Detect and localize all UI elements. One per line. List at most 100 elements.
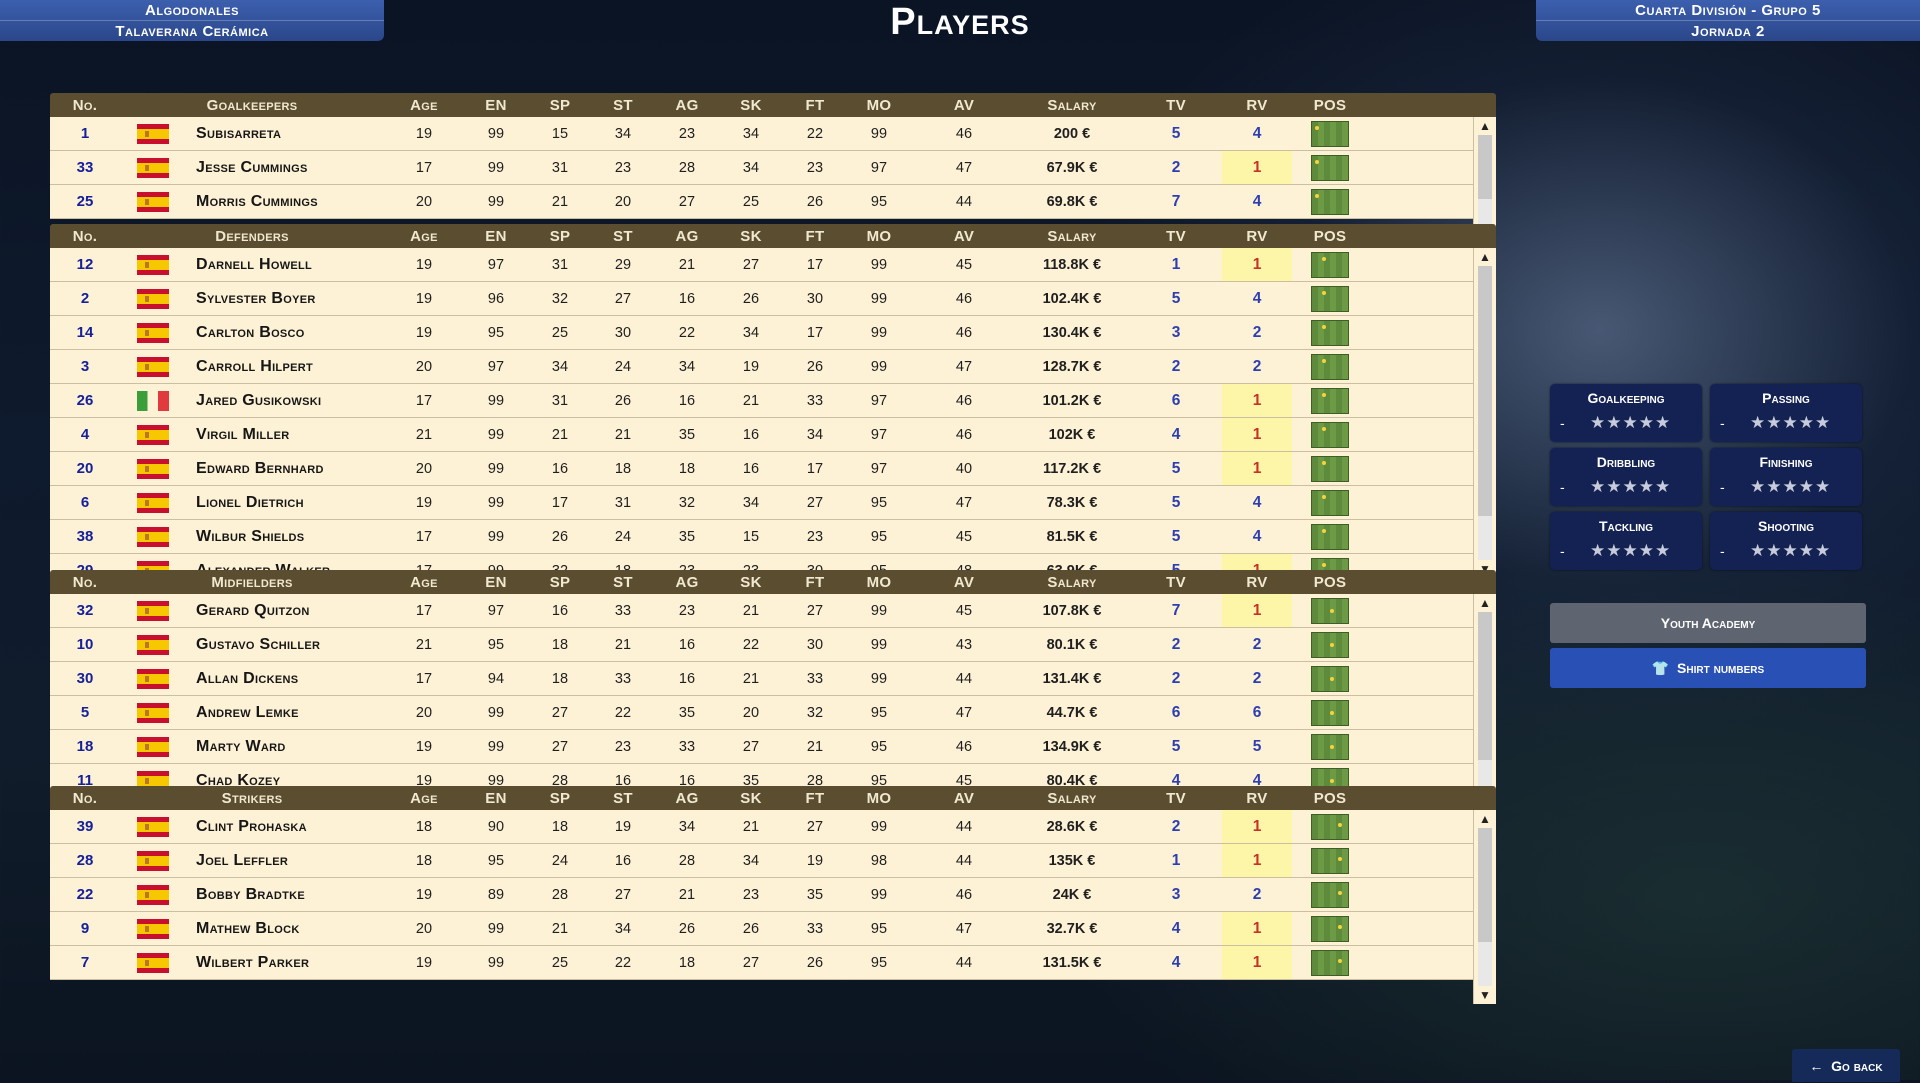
scrollbar[interactable]: ▲▼ (1473, 248, 1496, 578)
scroll-thumb[interactable] (1478, 612, 1492, 760)
col-ag[interactable]: AG (658, 574, 716, 591)
table-row[interactable]: 6 Lionel Dietrich 19 99 17 31 32 34 27 95 47 78.3K … (50, 486, 1496, 520)
player-name[interactable]: Mathew Block (186, 920, 388, 938)
col-salary[interactable]: Salary (1014, 790, 1130, 807)
table-row[interactable]: 20 Edward Bernhard 20 99 16 18 18 16 17 97 40 117.2… (50, 452, 1496, 486)
col-ag[interactable]: AG (658, 228, 716, 245)
col-sk[interactable]: SK (716, 574, 786, 591)
table-row[interactable]: 28 Joel Leffler 18 95 24 16 28 34 19 98 44 135K € 1 1 (50, 844, 1496, 878)
col-group-name[interactable]: Midfielders (186, 574, 388, 591)
scroll-down-icon[interactable]: ▼ (1474, 988, 1496, 1002)
scroll-up-icon[interactable]: ▲ (1474, 596, 1496, 610)
col-sp[interactable]: SP (532, 790, 588, 807)
scrollbar[interactable]: ▲▼ (1473, 810, 1496, 1004)
col-tv[interactable]: TV (1130, 790, 1222, 807)
col-sp[interactable]: SP (532, 228, 588, 245)
col-st[interactable]: ST (588, 790, 658, 807)
col-no[interactable]: No. (50, 790, 120, 807)
scroll-up-icon[interactable]: ▲ (1474, 250, 1496, 264)
col-ag[interactable]: AG (658, 97, 716, 114)
col-group-name[interactable]: Defenders (186, 228, 388, 245)
col-pos[interactable]: POS (1292, 97, 1368, 114)
col-group-name[interactable]: Strikers (186, 790, 388, 807)
scroll-thumb[interactable] (1478, 266, 1492, 516)
col-no[interactable]: No. (50, 228, 120, 245)
col-sk[interactable]: SK (716, 790, 786, 807)
player-name[interactable]: Jesse Cummings (186, 159, 388, 177)
col-sp[interactable]: SP (532, 97, 588, 114)
table-row[interactable]: 7 Wilbert Parker 19 99 25 22 18 27 26 95 44 131.5K … (50, 946, 1496, 980)
player-name[interactable]: Marty Ward (186, 738, 388, 756)
col-ft[interactable]: FT (786, 790, 844, 807)
col-av[interactable]: AV (914, 97, 1014, 114)
player-name[interactable]: Edward Bernhard (186, 460, 388, 478)
col-av[interactable]: AV (914, 790, 1014, 807)
group-body[interactable]: 39 Clint Prohaska 18 90 18 19 34 21 27 99 44 28.6K … (50, 810, 1496, 1004)
player-name[interactable]: Joel Leffler (186, 852, 388, 870)
go-back-button[interactable]: ← Go back (1792, 1049, 1900, 1082)
col-ft[interactable]: FT (786, 228, 844, 245)
youth-academy-button[interactable]: Youth Academy (1550, 603, 1866, 643)
table-row[interactable]: 9 Mathew Block 20 99 21 34 26 26 33 95 47 32.7K € 4 1 (50, 912, 1496, 946)
player-name[interactable]: Morris Cummings (186, 193, 388, 211)
table-row[interactable]: 12 Darnell Howell 19 97 31 29 21 27 17 99 45 118.8K… (50, 248, 1496, 282)
scrollbar[interactable]: ▲▼ (1473, 594, 1496, 810)
col-no[interactable]: No. (50, 97, 120, 114)
scroll-track[interactable] (1478, 135, 1492, 226)
table-row[interactable]: 25 Morris Cummings 20 99 21 20 27 25 26 95 44 69.8K… (50, 185, 1496, 219)
scroll-up-icon[interactable]: ▲ (1474, 812, 1496, 826)
player-name[interactable]: Lionel Dietrich (186, 494, 388, 512)
col-en[interactable]: EN (460, 97, 532, 114)
col-tv[interactable]: TV (1130, 574, 1222, 591)
table-row[interactable]: 38 Wilbur Shields 17 99 26 24 35 15 23 95 45 81.5K … (50, 520, 1496, 554)
col-ft[interactable]: FT (786, 97, 844, 114)
col-en[interactable]: EN (460, 790, 532, 807)
col-rv[interactable]: RV (1222, 224, 1292, 248)
scroll-track[interactable] (1478, 612, 1492, 792)
table-row[interactable]: 10 Gustavo Schiller 21 95 18 21 16 22 30 99 43 80.1… (50, 628, 1496, 662)
col-salary[interactable]: Salary (1014, 97, 1130, 114)
col-salary[interactable]: Salary (1014, 228, 1130, 245)
group-body[interactable]: 12 Darnell Howell 19 97 31 29 21 27 17 99 45 118.8K… (50, 248, 1496, 578)
col-tv[interactable]: TV (1130, 97, 1222, 114)
scroll-track[interactable] (1478, 828, 1492, 986)
col-en[interactable]: EN (460, 574, 532, 591)
table-row[interactable]: 26 Jared Gusikowski 17 99 31 26 16 21 33 97 46 101.… (50, 384, 1496, 418)
player-name[interactable]: Carroll Hilpert (186, 358, 388, 376)
player-name[interactable]: Wilbur Shields (186, 528, 388, 546)
player-name[interactable]: Gustavo Schiller (186, 636, 388, 654)
col-no[interactable]: No. (50, 574, 120, 591)
player-name[interactable]: Clint Prohaska (186, 818, 388, 836)
col-mo[interactable]: MO (844, 790, 914, 807)
group-body[interactable]: 32 Gerard Quitzon 17 97 16 33 23 21 27 99 45 107.8K… (50, 594, 1496, 810)
table-row[interactable]: 14 Carlton Bosco 19 95 25 30 22 34 17 99 46 130.4K … (50, 316, 1496, 350)
col-av[interactable]: AV (914, 574, 1014, 591)
col-age[interactable]: Age (388, 790, 460, 807)
table-row[interactable]: 33 Jesse Cummings 17 99 31 23 28 34 23 97 47 67.9K … (50, 151, 1496, 185)
player-name[interactable]: Allan Dickens (186, 670, 388, 688)
col-sp[interactable]: SP (532, 574, 588, 591)
table-row[interactable]: 30 Allan Dickens 17 94 18 33 16 21 33 99 44 131.4K … (50, 662, 1496, 696)
col-age[interactable]: Age (388, 574, 460, 591)
col-salary[interactable]: Salary (1014, 574, 1130, 591)
table-row[interactable]: 1 Subisarreta 19 99 15 34 23 34 22 99 46 200 € 5 4 (50, 117, 1496, 151)
player-name[interactable]: Darnell Howell (186, 256, 388, 274)
col-age[interactable]: Age (388, 228, 460, 245)
scroll-thumb[interactable] (1478, 828, 1492, 942)
col-pos[interactable]: POS (1292, 574, 1368, 591)
col-av[interactable]: AV (914, 228, 1014, 245)
player-name[interactable]: Bobby Bradtke (186, 886, 388, 904)
col-mo[interactable]: MO (844, 574, 914, 591)
col-mo[interactable]: MO (844, 97, 914, 114)
col-ag[interactable]: AG (658, 790, 716, 807)
col-st[interactable]: ST (588, 228, 658, 245)
col-rv[interactable]: RV (1222, 93, 1292, 117)
table-row[interactable]: 18 Marty Ward 19 99 27 23 33 27 21 95 46 134.9K € 5 5 (50, 730, 1496, 764)
col-tv[interactable]: TV (1130, 228, 1222, 245)
player-name[interactable]: Jared Gusikowski (186, 392, 388, 410)
col-ft[interactable]: FT (786, 574, 844, 591)
shirt-numbers-button[interactable]: 👕 Shirt numbers (1550, 648, 1866, 688)
table-row[interactable]: 32 Gerard Quitzon 17 97 16 33 23 21 27 99 45 107.8K… (50, 594, 1496, 628)
col-sk[interactable]: SK (716, 97, 786, 114)
table-row[interactable]: 3 Carroll Hilpert 20 97 34 24 34 19 26 99 47 128.7K… (50, 350, 1496, 384)
